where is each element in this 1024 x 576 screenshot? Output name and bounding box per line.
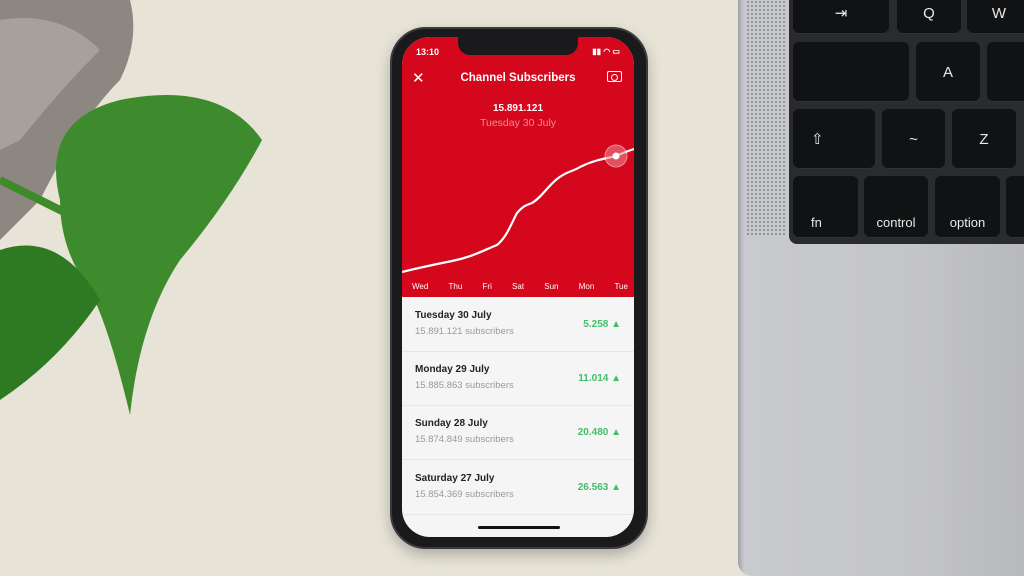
caps-lock-key[interactable] [793,42,909,102]
row-subscribers: 15.891.121 subscribers [415,326,514,337]
plant [0,0,262,415]
command-key[interactable] [1006,176,1024,238]
list-item[interactable]: Monday 29 July 15.885.863 subscribers 11… [402,352,634,406]
x-tick: Sun [544,282,559,291]
row-date: Saturday 27 July [415,473,495,484]
q-key[interactable]: Q [897,0,961,34]
row-delta: 20.480 ▲ [577,427,621,438]
x-axis-labels: Wed Thu Fri Sat Sun Mon Tue [402,282,634,291]
control-key[interactable]: control [864,176,928,238]
row-delta: 26.563 ▲ [577,482,621,493]
row-date: Monday 29 July [415,364,490,375]
x-tick: Thu [448,282,463,291]
w-key[interactable]: W [967,0,1024,34]
s-key[interactable] [987,42,1024,102]
x-tick: Fri [482,282,492,291]
x-tick: Tue [614,282,628,291]
subscriber-line-chart[interactable] [402,37,634,297]
highlight-point[interactable] [612,152,620,160]
chart-header: 13:10 ▮▮ ◠ ▭ ✕ Channel Subscribers 15.89… [402,37,634,297]
keyboard: ⇥ Q W A ⇧ ~ Z fn control option [789,0,1024,244]
a-key[interactable]: A [916,42,980,102]
row-subscribers: 15.885.863 subscribers [415,380,514,391]
list-item[interactable]: Tuesday 30 July 15.891.121 subscribers 5… [402,298,634,352]
series-line [402,147,634,274]
home-indicator[interactable] [478,526,560,529]
phone-screen: 13:10 ▮▮ ◠ ▭ ✕ Channel Subscribers 15.89… [402,37,634,537]
list-item[interactable]: Saturday 27 July 15.854.369 subscribers … [402,461,634,515]
tab-key[interactable]: ⇥ [793,0,889,34]
row-delta: 11.014 ▲ [578,373,621,384]
fn-key[interactable]: fn [793,176,858,238]
list-item[interactable]: Sunday 28 July 15.874.849 subscribers 20… [402,406,634,460]
z-key[interactable]: Z [952,109,1016,169]
tilde-key[interactable]: ~ [882,109,945,169]
row-subscribers: 15.854.369 subscribers [415,489,514,500]
row-date: Tuesday 30 July [415,310,492,321]
speaker-grille [746,0,786,236]
option-key[interactable]: option [935,176,1000,238]
x-tick: Mon [578,282,595,291]
shift-key[interactable]: ⇧ [793,109,875,169]
row-delta: 5.258 ▲ [583,319,621,330]
row-subscribers: 15.874.849 subscribers [415,434,514,445]
x-tick: Wed [412,282,429,291]
row-date: Sunday 28 July [415,418,488,429]
x-tick: Sat [512,282,525,291]
